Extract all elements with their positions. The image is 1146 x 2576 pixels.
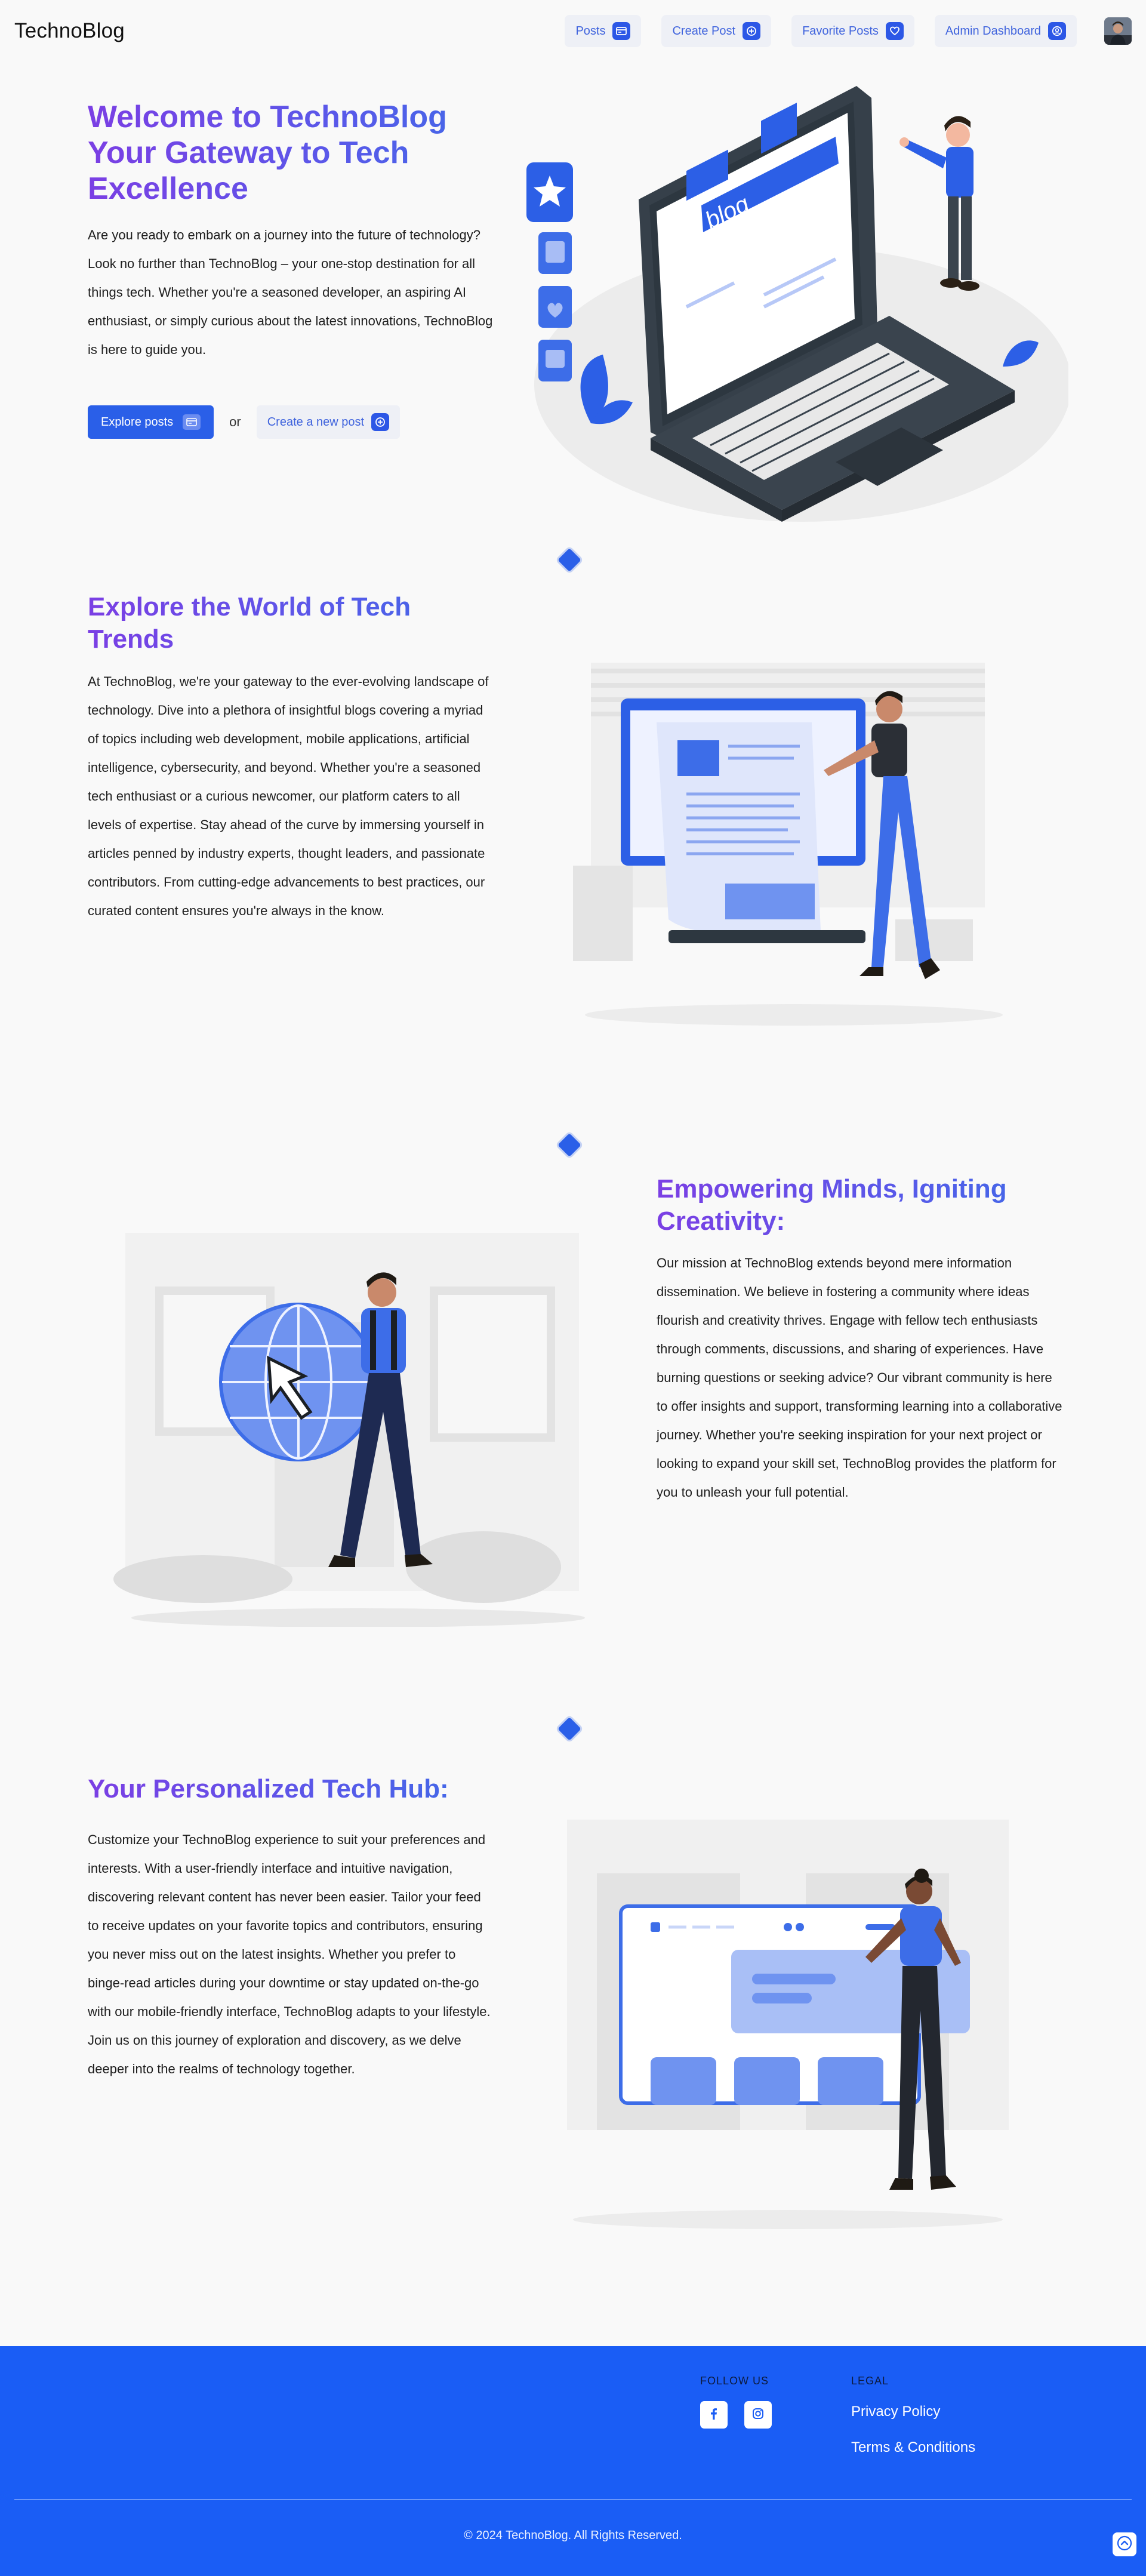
personalized-section: Your Personalized Tech Hub: Customize yo…: [0, 1767, 1146, 2304]
instagram-icon: [751, 2407, 765, 2423]
hero-section: Welcome to TechnoBlog Your Gateway to Te…: [0, 62, 1146, 540]
hero-title: Welcome to TechnoBlog Your Gateway to Te…: [88, 99, 529, 207]
person-dashboard-illustration: [567, 1820, 1009, 2229]
empowering-title-line1: Empowering Minds, Igniting: [657, 1174, 1007, 1204]
section-divider-diamond: [557, 548, 581, 572]
hero-actions: Explore posts or Create a new post: [88, 405, 401, 439]
card-icon: [183, 414, 201, 430]
explore-title-line2: Trends: [88, 624, 174, 654]
chevron-up-icon: [1117, 2535, 1132, 2554]
person-reading-article-illustration: [573, 663, 1003, 1026]
navbar: TechnoBlog Posts Create Post Favorite Po…: [0, 0, 1146, 62]
empowering-paragraph: Our mission at TechnoBlog extends beyond…: [657, 1255, 1062, 1500]
facebook-icon: [708, 2407, 720, 2423]
empowering-section: Empowering Minds, Igniting Creativity: O…: [0, 1164, 1146, 1701]
section-divider-diamond: [557, 1717, 581, 1741]
or-separator: or: [229, 414, 241, 429]
nav-posts-link[interactable]: Posts: [565, 15, 642, 47]
nav-favorite-posts-link[interactable]: Favorite Posts: [791, 15, 914, 47]
empowering-title-line2: Creativity:: [657, 1207, 785, 1236]
card-icon: [612, 22, 631, 40]
plus-circle-icon: [743, 22, 761, 40]
empowering-title: Empowering Minds, Igniting Creativity:: [657, 1173, 1074, 1238]
person-globe-illustration: [113, 1233, 585, 1627]
copyright-text: © 2024 TechnoBlog. All Rights Reserved.: [464, 2529, 682, 2542]
user-avatar[interactable]: [1104, 17, 1132, 45]
personalized-paragraph: Customize your TechnoBlog experience to …: [88, 1832, 491, 2076]
hero-title-line3: Excellence: [88, 171, 248, 206]
laptop-blog-illustration: blog: [526, 86, 1068, 522]
nav-create-post-link[interactable]: Create Post: [661, 15, 772, 47]
heart-icon: [885, 22, 904, 40]
personalized-title: Your Personalized Tech Hub:: [88, 1773, 506, 1805]
hero-title-line1: Welcome to TechnoBlog: [88, 100, 447, 134]
nav-posts-label: Posts: [575, 24, 606, 38]
create-new-post-label: Create a new post: [267, 415, 365, 429]
hero-paragraph: Are you ready to embark on a journey int…: [88, 227, 493, 357]
user-circle-icon: [1048, 22, 1066, 40]
explore-section: Explore the World of Tech Trends At Tech…: [0, 573, 1146, 1110]
nav-links: Posts Create Post Favorite Posts Admin D…: [565, 15, 1132, 47]
nav-favorite-posts-label: Favorite Posts: [802, 24, 879, 38]
facebook-link[interactable]: [700, 2401, 728, 2429]
section-divider-diamond: [557, 1133, 581, 1157]
explore-posts-label: Explore posts: [101, 415, 174, 429]
explore-title: Explore the World of Tech Trends: [88, 591, 506, 655]
nav-create-post-label: Create Post: [672, 24, 736, 38]
back-to-top-button[interactable]: [1113, 2532, 1136, 2556]
footer-divider: [14, 2499, 1132, 2500]
instagram-link[interactable]: [744, 2401, 772, 2429]
privacy-policy-link[interactable]: Privacy Policy: [851, 2403, 940, 2420]
legal-heading: LEGAL: [851, 2375, 889, 2387]
explore-posts-button[interactable]: Explore posts: [88, 405, 214, 439]
nav-admin-dashboard-link[interactable]: Admin Dashboard: [934, 15, 1077, 47]
brand-logo[interactable]: TechnoBlog: [14, 19, 125, 43]
follow-us-heading: FOLLOW US: [700, 2375, 769, 2387]
plus-circle-icon: [371, 413, 390, 431]
footer: FOLLOW US LEGAL Privacy Policy Terms & C…: [0, 2346, 1146, 2576]
hero-title-line2: Your Gateway to Tech: [88, 136, 409, 170]
explore-title-line1: Explore the World of Tech: [88, 592, 411, 621]
create-new-post-button[interactable]: Create a new post: [256, 405, 401, 439]
terms-conditions-link[interactable]: Terms & Conditions: [851, 2439, 975, 2456]
nav-admin-dashboard-label: Admin Dashboard: [945, 24, 1041, 38]
explore-paragraph: At TechnoBlog, we're your gateway to the…: [88, 674, 489, 918]
